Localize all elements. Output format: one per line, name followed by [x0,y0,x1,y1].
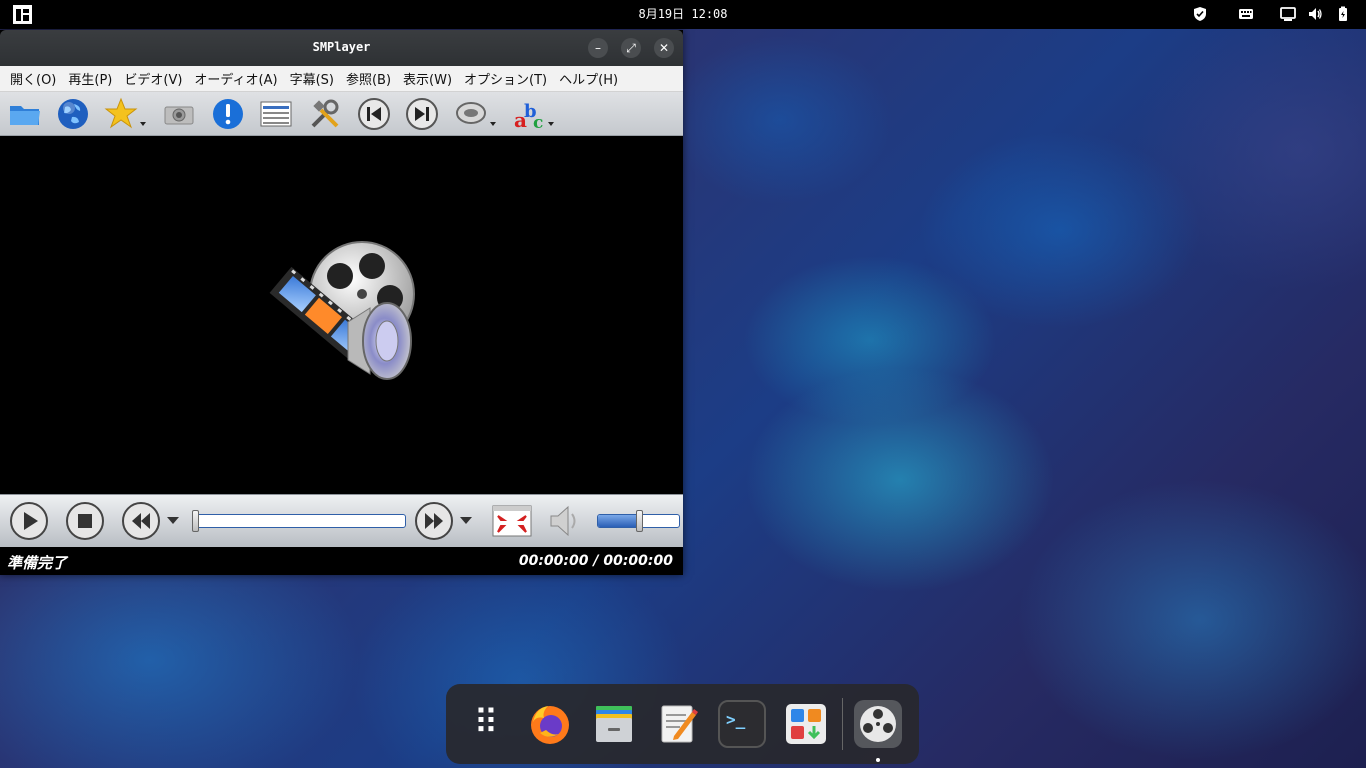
control-bar [0,494,683,547]
previous-icon[interactable] [357,97,391,131]
firefox-icon[interactable] [526,700,574,748]
time-display: 00:00:00 / 00:00:00 [518,553,673,569]
menu-bar: 開く(O) 再生(P) ビデオ(V) オーディオ(A) 字幕(S) 参照(B) … [0,66,683,92]
rewind-dropdown-arrow[interactable] [167,517,179,524]
audio-dropdown-arrow[interactable] [490,122,496,126]
menu-browse[interactable]: 参照(B) [340,69,397,88]
terminal-icon[interactable]: >_ [718,700,766,748]
title-bar[interactable]: SMPlayer – ⤢ ✕ [0,30,683,66]
window-title: SMPlayer [312,40,371,54]
subtitles-dropdown-arrow[interactable] [548,122,554,126]
forward-icon[interactable] [414,501,454,541]
menu-video[interactable]: ビデオ(V) [118,69,188,88]
next-icon[interactable] [405,97,439,131]
close-button[interactable]: ✕ [654,38,674,58]
volume-icon[interactable] [1307,6,1323,22]
favorites-star-icon[interactable] [104,97,138,131]
text-editor-icon[interactable] [654,700,702,748]
dock: ⠿ >_ [446,684,919,764]
seek-handle[interactable] [192,510,199,532]
app-grid-icon[interactable]: ⠿ [462,700,510,748]
fullscreen-icon[interactable] [492,501,532,541]
menu-open[interactable]: 開く(O) [4,69,62,88]
dock-separator [842,698,843,750]
preferences-tools-icon[interactable] [308,97,342,131]
forward-dropdown-arrow[interactable] [460,517,472,524]
favorites-dropdown-arrow[interactable] [140,122,146,126]
info-icon[interactable] [211,97,245,131]
menu-help[interactable]: ヘルプ(H) [553,69,624,88]
minimize-icon: – [595,41,601,55]
file-manager-icon[interactable] [590,700,638,748]
video-area[interactable] [0,136,683,494]
minimize-button[interactable]: – [588,38,608,58]
play-icon[interactable] [9,501,49,541]
svg-text:c: c [533,113,543,131]
menu-view[interactable]: 表示(W) [397,69,458,88]
smplayer-window[interactable]: SMPlayer – ⤢ ✕ 開く(O) 再生(P) ビデオ(V) オーディオ(… [0,30,683,575]
playlist-icon[interactable] [259,97,293,131]
running-indicator [876,758,880,762]
speaker-icon[interactable] [545,501,585,541]
smplayer-icon[interactable] [854,700,902,748]
menu-audio[interactable]: オーディオ(A) [188,69,283,88]
status-text: 準備完了 [7,554,68,572]
toolbar: a b c [0,92,683,136]
battery-icon[interactable] [1335,6,1351,22]
network-icon[interactable] [1280,6,1296,22]
software-center-icon[interactable] [782,700,830,748]
menu-play[interactable]: 再生(P) [62,69,118,88]
smplayer-logo-icon [269,241,415,380]
globe-icon[interactable] [56,97,90,131]
rewind-icon[interactable] [121,501,161,541]
clock[interactable]: 8月19日 12:08 [0,0,1366,29]
menu-subtitles[interactable]: 字幕(S) [284,69,340,88]
stop-icon[interactable] [65,501,105,541]
volume-fill [598,515,640,527]
volume-handle[interactable] [635,510,643,532]
keyboard-icon[interactable] [1238,6,1254,22]
seek-bar[interactable] [196,514,406,528]
maximize-icon: ⤢ [626,41,636,55]
screenshot-camera-icon[interactable] [162,97,196,131]
status-bar: 準備完了 00:00:00 / 00:00:00 [0,547,683,575]
top-panel: 8月19日 12:08 [0,0,1366,29]
close-icon: ✕ [658,41,670,55]
shield-icon[interactable] [1192,6,1208,22]
menu-options[interactable]: オプション(T) [458,69,553,88]
maximize-button[interactable]: ⤢ [621,38,641,58]
subtitles-abc-icon[interactable]: a b c [512,97,546,131]
audio-track-icon[interactable] [454,97,488,131]
open-folder-icon[interactable] [8,97,42,131]
